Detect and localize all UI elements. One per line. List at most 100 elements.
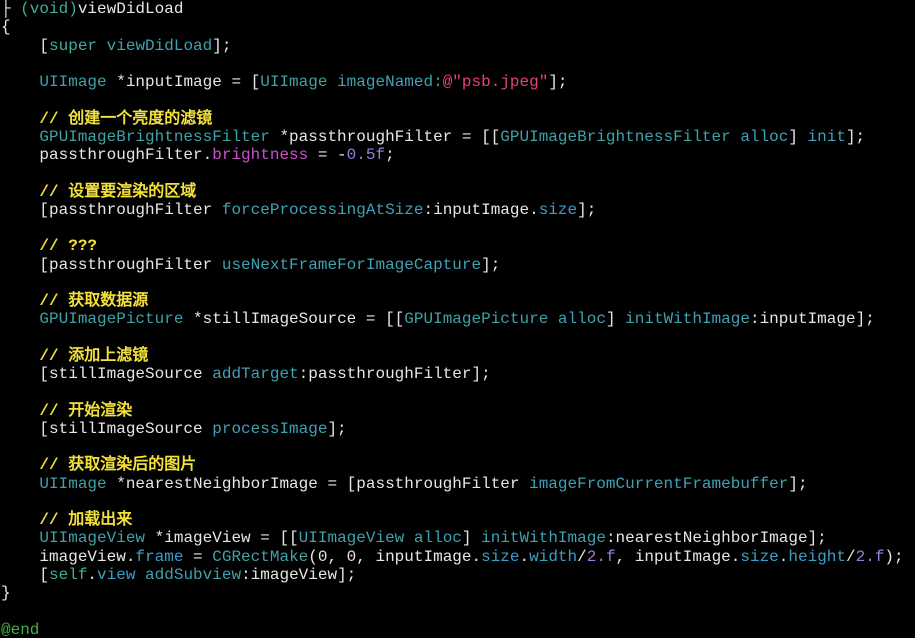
code-token: GPUImageBrightnessFilter [39,127,270,146]
code-token: = [183,547,213,566]
code-token: . [778,547,789,566]
code-token: size [481,547,520,566]
code-token: :inputImage]; [749,310,875,329]
code-line[interactable] [1,329,915,347]
code-line[interactable]: imageView.frame = CGRectMake(0, 0, input… [1,548,915,566]
code-line[interactable] [1,91,915,109]
code-line[interactable] [1,164,915,182]
code-token: // 添加上滤镜 [1,346,149,365]
code-token: :imageView]; [241,565,357,584]
code-line[interactable]: // 设置要渲染的区域 [1,183,915,201]
code-line[interactable] [1,55,915,73]
code-token: ]; [788,474,808,493]
code-token: [stillImageSource [1,365,213,383]
code-token: size [740,547,779,566]
code-token: :passthroughFilter]; [298,365,491,383]
code-line[interactable]: UIImageView *imageView = [[UIImageView a… [1,529,915,547]
code-line[interactable]: GPUImagePicture *stillImageSource = [[GP… [1,310,915,328]
code-token: *nearestNeighborImage = [passthroughFilt… [106,474,530,493]
code-token: // ??? [1,237,98,256]
code-token: GPUImagePicture [39,310,184,329]
code-token: CGRectMake [212,547,309,566]
code-token: 0.5f [346,146,386,164]
code-token: GPUImagePicture [404,310,549,329]
code-token: imageFromCurrentFramebuffer [529,474,789,493]
code-token: imageNamed: [337,73,443,91]
code-token: // 加载出来 [1,511,133,529]
code-token: (0, 0, inputImage. [308,547,482,566]
code-token: addSubview [145,565,242,584]
code-line[interactable]: } [1,584,915,602]
code-token: initWithImage [481,529,606,548]
code-line[interactable]: [passthroughFilter useNextFrameForImageC… [1,256,915,274]
code-token: ├ [1,0,21,18]
code-line[interactable]: // ??? [1,237,915,255]
code-line[interactable]: // 获取渲染后的图片 [1,456,915,474]
code-token: } [1,584,11,602]
code-token: [passthroughFilter [1,200,222,219]
code-token: // 开始渲染 [1,401,133,420]
code-token: self [49,565,88,584]
code-token: . [87,565,98,584]
code-token: viewDidLoad [77,0,184,18]
code-line[interactable] [1,493,915,511]
code-token: . [519,547,530,566]
code-line[interactable] [1,219,915,237]
code-line[interactable]: UIImage *nearestNeighborImage = [passthr… [1,475,915,493]
code-token: super [49,36,98,55]
code-token: ]; [481,255,501,274]
code-token: / [846,547,856,566]
code-line[interactable]: [stillImageSource addTarget:passthroughF… [1,365,915,383]
code-token: UIImage [39,73,107,91]
code-line[interactable]: passthroughFilter.brightness = -0.5f; [1,146,915,164]
code-line[interactable] [1,274,915,292]
code-line[interactable]: GPUImageBrightnessFilter *passthroughFil… [1,128,915,146]
code-token: 2.f [855,547,885,566]
code-line[interactable]: // 获取数据源 [1,292,915,310]
code-line[interactable]: // 创建一个亮度的滤镜 [1,110,915,128]
code-line[interactable] [1,602,915,620]
code-token: processImage [212,419,328,438]
code-line[interactable]: ├ (void)viewDidLoad [1,0,915,18]
code-token: ); [884,547,904,566]
code-token: ]; [548,73,568,91]
code-line[interactable]: [stillImageSource processImage]; [1,420,915,438]
code-token: alloc [557,310,606,329]
code-line[interactable]: [super viewDidLoad]; [1,37,915,55]
code-line[interactable]: @end [1,621,915,638]
code-line[interactable]: [self.view addSubview:imageView]; [1,566,915,584]
code-token: addTarget [212,365,299,383]
code-token: [ [1,565,50,584]
code-line[interactable]: // 加载出来 [1,511,915,529]
code-line[interactable]: [passthroughFilter forceProcessingAtSize… [1,201,915,219]
code-token: init [807,127,846,146]
code-editor[interactable]: ├ (void)viewDidLoad{ [super viewDidLoad]… [0,0,915,638]
code-token: [passthroughFilter [1,255,222,274]
code-token: // 创建一个亮度的滤镜 [1,109,213,128]
code-token: initWithImage [625,310,750,329]
code-line[interactable]: { [1,18,915,36]
code-token: // 设置要渲染的区域 [1,182,197,201]
code-line[interactable] [1,438,915,456]
code-token: view [97,565,136,584]
code-line[interactable]: UIImage *inputImage = [UIImage imageName… [1,73,915,91]
code-token: @end [1,620,40,638]
code-token: = - [308,146,347,164]
code-line[interactable] [1,383,915,401]
code-token: alloc [740,127,789,146]
code-line[interactable]: // 添加上滤镜 [1,347,915,365]
code-token: *inputImage = [ [106,73,261,91]
code-token: UIImage [260,73,328,91]
code-text-area[interactable]: ├ (void)viewDidLoad{ [super viewDidLoad]… [0,0,915,638]
code-line[interactable]: // 开始渲染 [1,402,915,420]
code-token: brightness [212,146,309,164]
code-token: frame [135,547,184,566]
